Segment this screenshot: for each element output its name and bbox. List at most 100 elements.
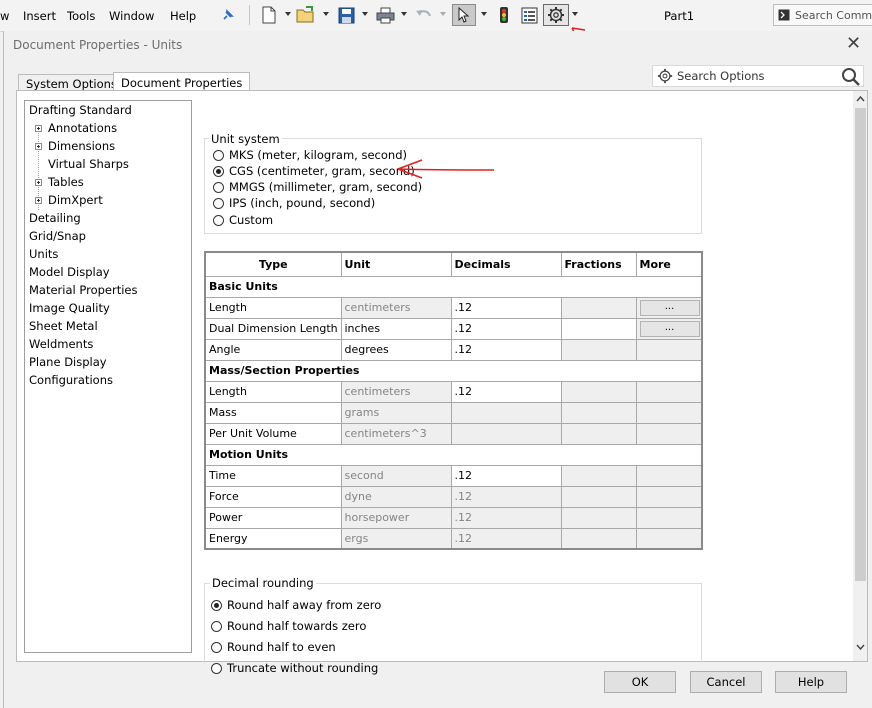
tab-document-properties[interactable]: Document Properties — [113, 72, 251, 91]
chevron-down-icon[interactable] — [440, 12, 446, 16]
radio-ips[interactable]: IPS (inch, pound, second) — [213, 196, 375, 210]
new-document-icon[interactable] — [258, 4, 280, 26]
more-button[interactable]: ... — [639, 320, 700, 337]
menu-bar: w Insert Tools Window Help Part1 Search … — [0, 0, 872, 32]
unit-cell: dyne — [340, 485, 452, 508]
rebuild-traffic-light-icon[interactable] — [494, 4, 514, 26]
table-row: Force dyne .12 — [204, 485, 703, 508]
fractions-cell — [560, 401, 637, 424]
radio-truncate[interactable]: Truncate without rounding — [211, 661, 378, 675]
tree-item-drafting-standard[interactable]: Drafting Standard — [29, 103, 132, 117]
more-cell: ... — [635, 296, 703, 319]
pin-icon[interactable] — [218, 4, 238, 26]
radio-button[interactable] — [213, 181, 224, 193]
search-options-input[interactable]: Search Options — [652, 65, 864, 87]
tab-system-options[interactable]: System Options — [18, 74, 125, 91]
unit-cell: second — [340, 464, 452, 487]
chevron-down-icon[interactable] — [323, 12, 329, 16]
chevron-down-icon[interactable] — [481, 12, 487, 16]
chevron-down-icon[interactable] — [362, 12, 368, 16]
radio-button[interactable] — [211, 662, 222, 674]
radio-mks[interactable]: MKS (meter, kilogram, second) — [213, 148, 407, 162]
type-cell: Power — [204, 506, 342, 529]
tree-item-sheet-metal[interactable]: Sheet Metal — [29, 319, 98, 333]
decimals-cell[interactable]: .12 — [450, 338, 562, 361]
file-properties-icon[interactable] — [518, 4, 540, 26]
command-search-placeholder: Search Comma — [795, 8, 872, 22]
chevron-down-icon[interactable] — [856, 644, 865, 650]
tree-item-model-display[interactable]: Model Display — [29, 265, 110, 279]
chevron-up-icon[interactable] — [856, 96, 865, 102]
expand-icon[interactable] — [35, 125, 42, 132]
tree-item-tables[interactable]: Tables — [48, 175, 84, 189]
menu-item-window[interactable]: Window — [109, 9, 154, 23]
column-header-fractions: Fractions — [560, 251, 637, 277]
tree-item-grid-snap[interactable]: Grid/Snap — [29, 229, 86, 243]
decimals-cell[interactable]: .12 — [450, 380, 562, 403]
toolbar-separator — [249, 5, 250, 25]
menu-item-insert[interactable]: Insert — [23, 9, 56, 23]
help-button[interactable]: Help — [775, 671, 847, 693]
menu-item-help[interactable]: Help — [170, 9, 196, 23]
decimals-cell[interactable]: .12 — [450, 317, 562, 340]
scrollbar-thumb[interactable] — [855, 108, 866, 581]
unit-cell[interactable]: degrees — [340, 338, 452, 361]
tree-item-annotations[interactable]: Annotations — [48, 121, 117, 135]
decimals-cell[interactable]: .12 — [450, 464, 562, 487]
tree-item-dimxpert[interactable]: DimXpert — [48, 193, 103, 207]
tree-item-virtual-sharps[interactable]: Virtual Sharps — [48, 157, 129, 171]
more-cell: ... — [635, 317, 703, 340]
open-folder-icon[interactable] — [294, 4, 318, 26]
select-cursor-icon[interactable] — [452, 4, 476, 26]
radio-button-selected[interactable] — [211, 599, 222, 611]
decimals-cell[interactable]: .12 — [450, 296, 562, 319]
radio-cgs[interactable]: CGS (centimeter, gram, second) — [213, 164, 415, 178]
chevron-down-icon[interactable] — [401, 12, 407, 16]
cancel-button[interactable]: Cancel — [690, 671, 762, 693]
vertical-scrollbar[interactable] — [853, 91, 867, 661]
decimal-rounding-label: Decimal rounding — [210, 576, 316, 590]
radio-round-half-even[interactable]: Round half to even — [211, 640, 336, 654]
radio-button[interactable] — [213, 214, 224, 226]
print-icon[interactable] — [374, 4, 396, 26]
command-search-input[interactable]: Search Comma — [773, 4, 872, 26]
column-header-type: Type — [204, 251, 342, 277]
undo-icon[interactable] — [413, 4, 435, 26]
expand-icon[interactable] — [35, 179, 42, 186]
radio-round-half-towards[interactable]: Round half towards zero — [211, 619, 366, 633]
radio-mmgs[interactable]: MMGS (millimeter, gram, second) — [213, 180, 422, 194]
radio-custom[interactable]: Custom — [213, 213, 273, 227]
chevron-down-icon[interactable] — [572, 12, 578, 16]
menu-item-partial[interactable]: w — [0, 9, 9, 23]
close-icon[interactable]: ✕ — [846, 34, 861, 54]
fractions-cell[interactable] — [560, 317, 637, 340]
fractions-cell — [560, 527, 637, 550]
tree-item-material-properties[interactable]: Material Properties — [29, 283, 138, 297]
radio-button[interactable] — [213, 197, 224, 209]
save-icon[interactable] — [335, 4, 357, 26]
radio-button-selected[interactable] — [213, 165, 224, 177]
tree-item-image-quality[interactable]: Image Quality — [29, 301, 110, 315]
tree-item-units[interactable]: Units — [29, 247, 58, 261]
fractions-cell — [560, 422, 637, 445]
decimals-cell: .12 — [450, 506, 562, 529]
chevron-down-icon[interactable] — [285, 12, 291, 16]
tree-item-dimensions[interactable]: Dimensions — [48, 139, 115, 153]
radio-button[interactable] — [213, 149, 224, 161]
more-button[interactable]: ... — [639, 299, 700, 316]
ok-button[interactable]: OK — [604, 671, 676, 693]
tree-item-detailing[interactable]: Detailing — [29, 211, 81, 225]
radio-round-half-away[interactable]: Round half away from zero — [211, 598, 381, 612]
radio-button[interactable] — [211, 620, 222, 632]
tree-item-plane-display[interactable]: Plane Display — [29, 355, 107, 369]
menu-item-tools[interactable]: Tools — [67, 9, 95, 23]
radio-button[interactable] — [211, 641, 222, 653]
search-options-placeholder: Search Options — [677, 69, 765, 83]
unit-cell[interactable]: inches — [340, 317, 452, 340]
tree-item-configurations[interactable]: Configurations — [29, 373, 113, 387]
search-icon[interactable] — [841, 67, 861, 87]
tree-item-weldments[interactable]: Weldments — [29, 337, 93, 351]
expand-icon[interactable] — [35, 143, 42, 150]
expand-icon[interactable] — [35, 197, 42, 204]
radio-label: Round half away from zero — [227, 598, 382, 612]
